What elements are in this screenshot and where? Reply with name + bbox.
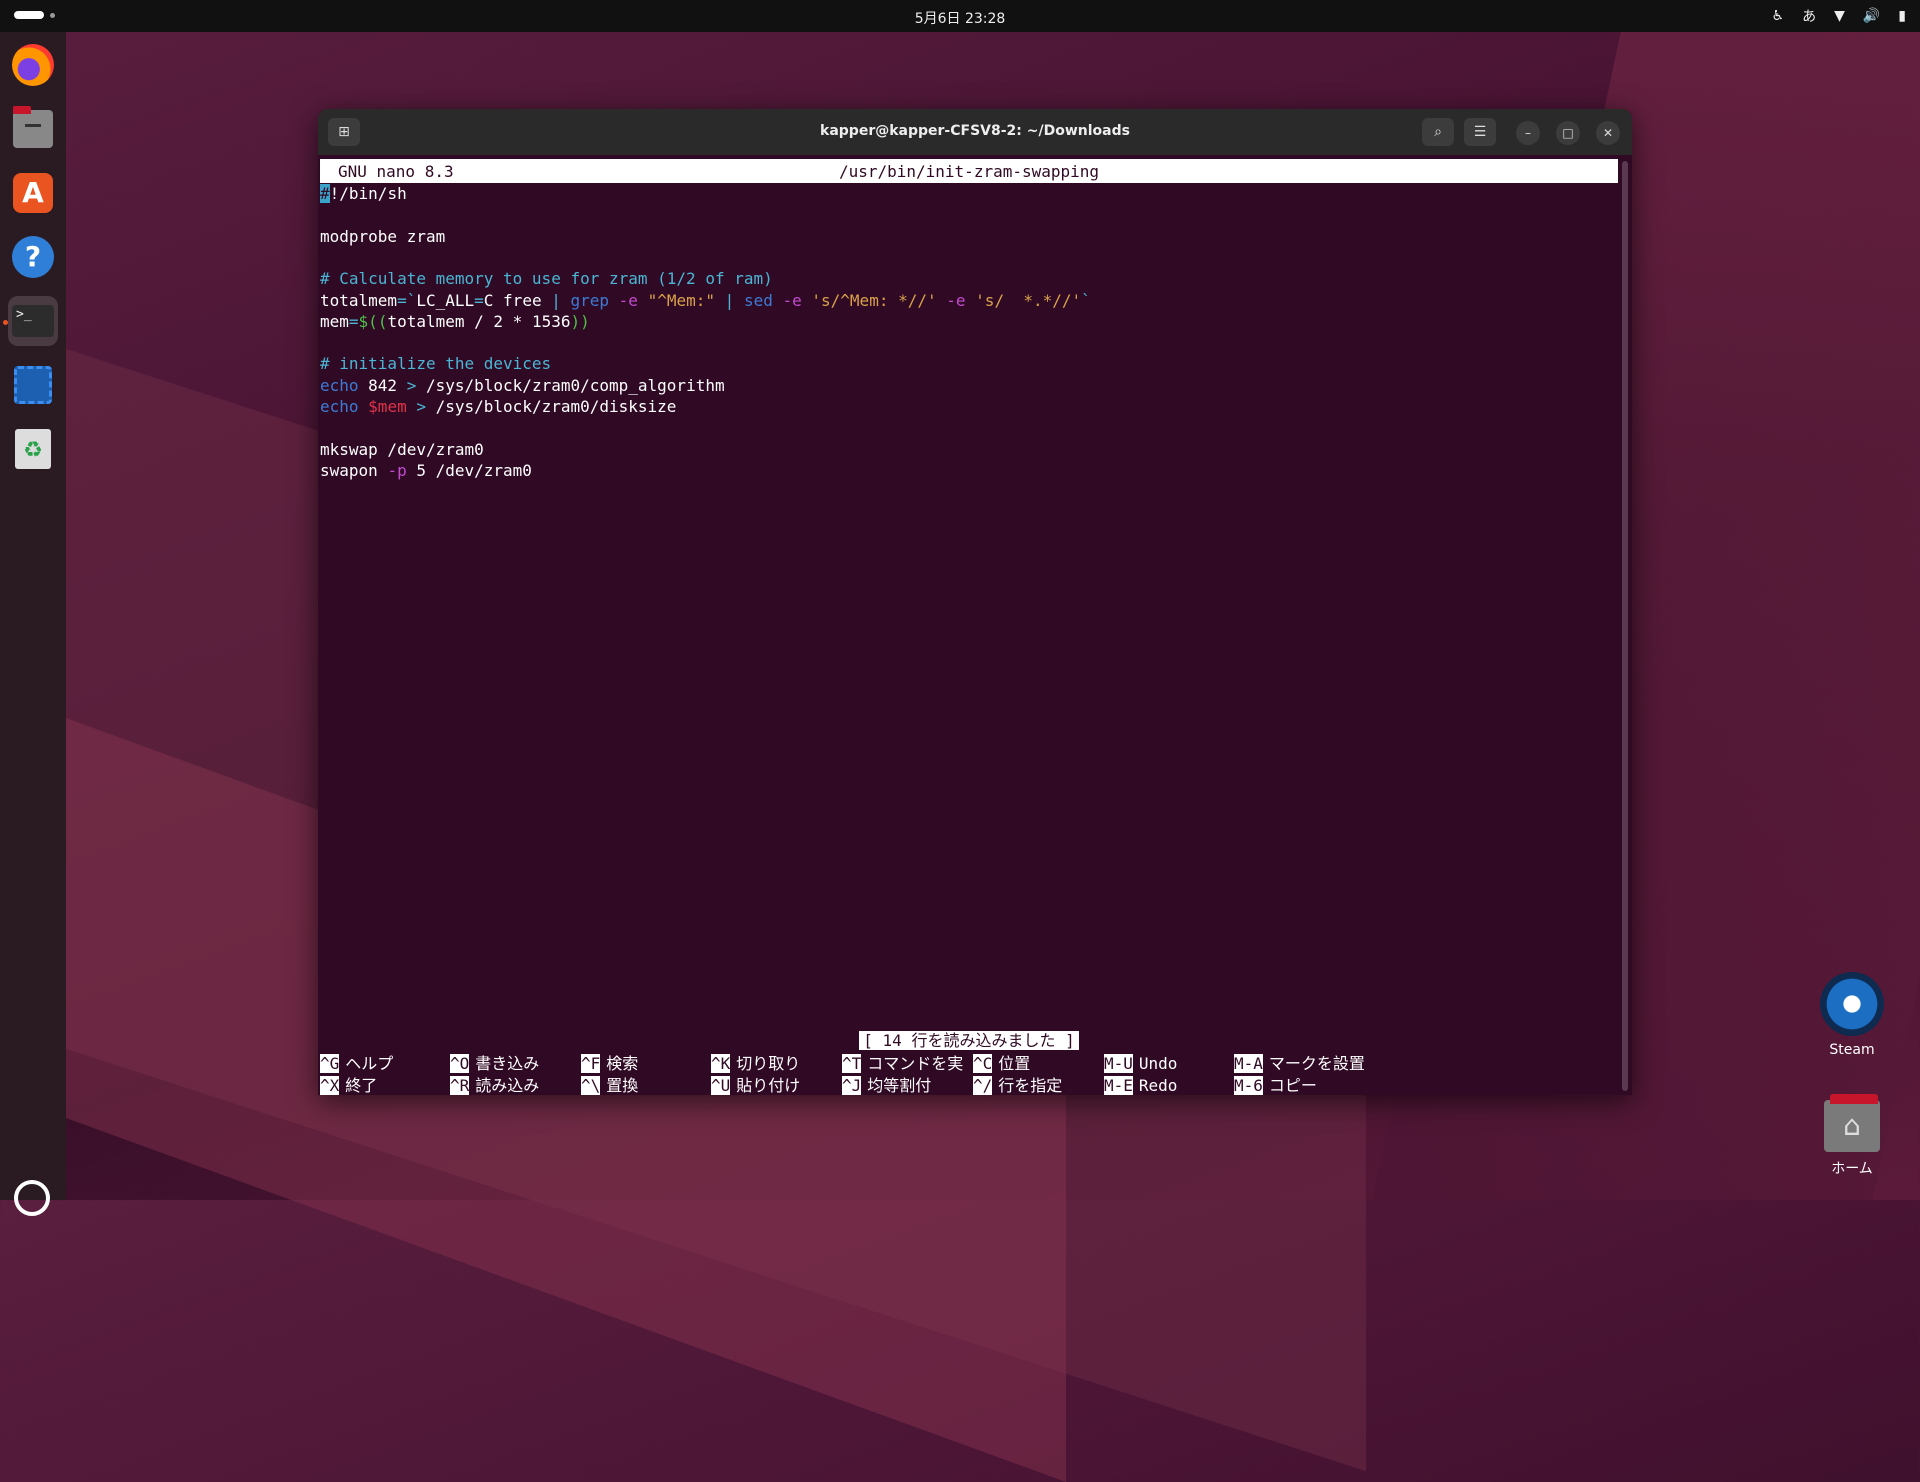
dock-terminal[interactable]: >_: [8, 296, 58, 346]
terminal-icon: >_: [12, 305, 54, 337]
code-line: #!/bin/sh: [320, 184, 407, 203]
shortcut-key: ^U: [711, 1076, 731, 1095]
terminal-content[interactable]: GNU nano 8.3 /usr/bin/init-zram-swapping…: [320, 155, 1618, 1095]
help-icon: ?: [12, 236, 54, 278]
shortcut-item: ^\ 置換: [581, 1073, 638, 1095]
text-cursor: #: [320, 184, 330, 203]
shortcut-key: ^J: [842, 1076, 862, 1095]
scrollbar[interactable]: [1622, 161, 1628, 1091]
terminal-window[interactable]: ⊞ kapper@kapper-CFSV8-2: ~/Downloads ⌕ ☰…: [318, 109, 1632, 1095]
shortcut-key: ^\: [581, 1076, 601, 1095]
shortcut-label: 読み込み: [475, 1076, 540, 1095]
volume-icon[interactable]: 🔊: [1863, 8, 1880, 24]
wifi-icon[interactable]: ▼: [1834, 8, 1845, 24]
home-folder-icon: ⌂: [1824, 1094, 1880, 1152]
shortcut-item: M-6 コピー: [1234, 1073, 1317, 1095]
maximize-icon: □: [1562, 126, 1574, 140]
dock-app-center[interactable]: A: [8, 168, 58, 218]
trash-icon: ♻: [15, 429, 51, 469]
files-icon: [13, 106, 53, 148]
input-method-indicator[interactable]: あ: [1802, 6, 1816, 26]
shortcut-label: 置換: [606, 1076, 639, 1095]
code-line: modprobe zram: [320, 226, 446, 246]
shortcut-key: M-U: [1104, 1054, 1133, 1073]
shortcut-label: ヘルプ: [345, 1054, 394, 1073]
shortcut-label: 検索: [606, 1054, 639, 1073]
shortcut-item: M-E Redo: [1104, 1073, 1177, 1095]
minimize-icon: –: [1525, 126, 1531, 140]
search-icon: ⌕: [1434, 124, 1442, 140]
shortcut-key: ^/: [973, 1076, 993, 1095]
dock-files[interactable]: [8, 104, 58, 154]
desktop-steam-label: Steam: [1829, 1042, 1875, 1058]
shortcut-key: M-E: [1104, 1076, 1133, 1095]
close-icon: ✕: [1602, 126, 1614, 140]
steam-icon: [1820, 972, 1884, 1036]
shortcut-key: ^T: [842, 1054, 862, 1073]
shortcut-label: 均等割付: [867, 1076, 932, 1095]
code-line: mem=$((totalmem / 2 * 1536)): [320, 311, 590, 331]
window-titlebar[interactable]: ⊞ kapper@kapper-CFSV8-2: ~/Downloads ⌕ ☰…: [318, 109, 1632, 155]
dock: A ? >_ ♻: [0, 32, 66, 1216]
shortcut-item: ^/ 行を指定: [973, 1073, 1062, 1095]
shortcut-key: ^O: [450, 1054, 470, 1073]
code-line: echo $mem > /sys/block/zram0/disksize: [320, 397, 677, 416]
screenshot-icon: [14, 366, 52, 404]
dock-help[interactable]: ?: [8, 232, 58, 282]
nano-title-bar: GNU nano 8.3 /usr/bin/init-zram-swapping: [320, 159, 1618, 183]
top-bar: 5月6日 23:28 ♿ あ ▼ 🔊 ▮: [0, 0, 1920, 32]
hamburger-icon: ☰: [1473, 124, 1487, 140]
desktop-home[interactable]: ⌂ ホーム: [1807, 1094, 1897, 1178]
shortcut-item: ^J 均等割付: [842, 1073, 931, 1095]
shortcut-item: ^U 貼り付け: [711, 1073, 800, 1095]
close-button[interactable]: ✕: [1596, 121, 1620, 145]
system-tray[interactable]: ♿ あ ▼ 🔊 ▮: [1772, 6, 1907, 26]
maximize-button[interactable]: □: [1556, 121, 1580, 145]
search-button[interactable]: ⌕: [1422, 118, 1454, 146]
shortcut-label: Undo: [1138, 1054, 1178, 1073]
nano-status-message: [ 14 行を読み込みました ]: [859, 1031, 1079, 1050]
accessibility-icon[interactable]: ♿: [1772, 8, 1785, 24]
shortcut-key: ^C: [973, 1054, 993, 1073]
app-center-icon: A: [13, 173, 53, 213]
shortcut-label: 行を指定: [998, 1076, 1063, 1095]
shortcut-key: ^X: [320, 1076, 340, 1095]
shortcut-key: ^K: [711, 1054, 731, 1073]
shortcut-key: M-6: [1234, 1076, 1263, 1095]
shortcut-label: コピー: [1268, 1076, 1317, 1095]
nano-filename: /usr/bin/init-zram-swapping: [838, 162, 1100, 181]
dock-screenshot[interactable]: [8, 360, 58, 410]
dock-trash[interactable]: ♻: [8, 424, 58, 474]
shortcut-label: マークを設置: [1268, 1054, 1365, 1073]
terminal-running-indicator: [3, 320, 8, 325]
shortcut-label: Redo: [1138, 1076, 1178, 1095]
shortcut-label: コマンドを実: [867, 1054, 964, 1073]
minimize-button[interactable]: –: [1516, 121, 1540, 145]
shortcut-key: ^R: [450, 1076, 470, 1095]
shortcut-label: 終了: [345, 1076, 378, 1095]
shortcut-item: ^X 終了: [320, 1073, 377, 1095]
shortcut-key: ^G: [320, 1054, 340, 1073]
dock-firefox[interactable]: [8, 40, 58, 90]
desktop-steam[interactable]: Steam: [1807, 972, 1897, 1058]
show-apps-button[interactable]: [14, 1180, 50, 1216]
desktop-home-label: ホーム: [1831, 1161, 1873, 1177]
shortcut-label: 位置: [998, 1054, 1031, 1073]
code-line: swapon -p 5 /dev/zram0: [320, 460, 532, 480]
shortcut-label: 切り取り: [736, 1054, 801, 1073]
clock[interactable]: 5月6日 23:28: [0, 8, 1920, 28]
battery-icon[interactable]: ▮: [1898, 8, 1906, 24]
shortcut-item: ^R 読み込み: [450, 1073, 539, 1095]
shortcut-label: 貼り付け: [736, 1076, 801, 1095]
shortcut-key: ^F: [581, 1054, 601, 1073]
shortcut-key: M-A: [1234, 1054, 1263, 1073]
menu-button[interactable]: ☰: [1464, 118, 1496, 146]
shortcut-label: 書き込み: [475, 1054, 540, 1073]
firefox-icon: [12, 44, 54, 86]
nano-status-line: [ 14 行を読み込みました ]: [320, 1027, 1618, 1051]
